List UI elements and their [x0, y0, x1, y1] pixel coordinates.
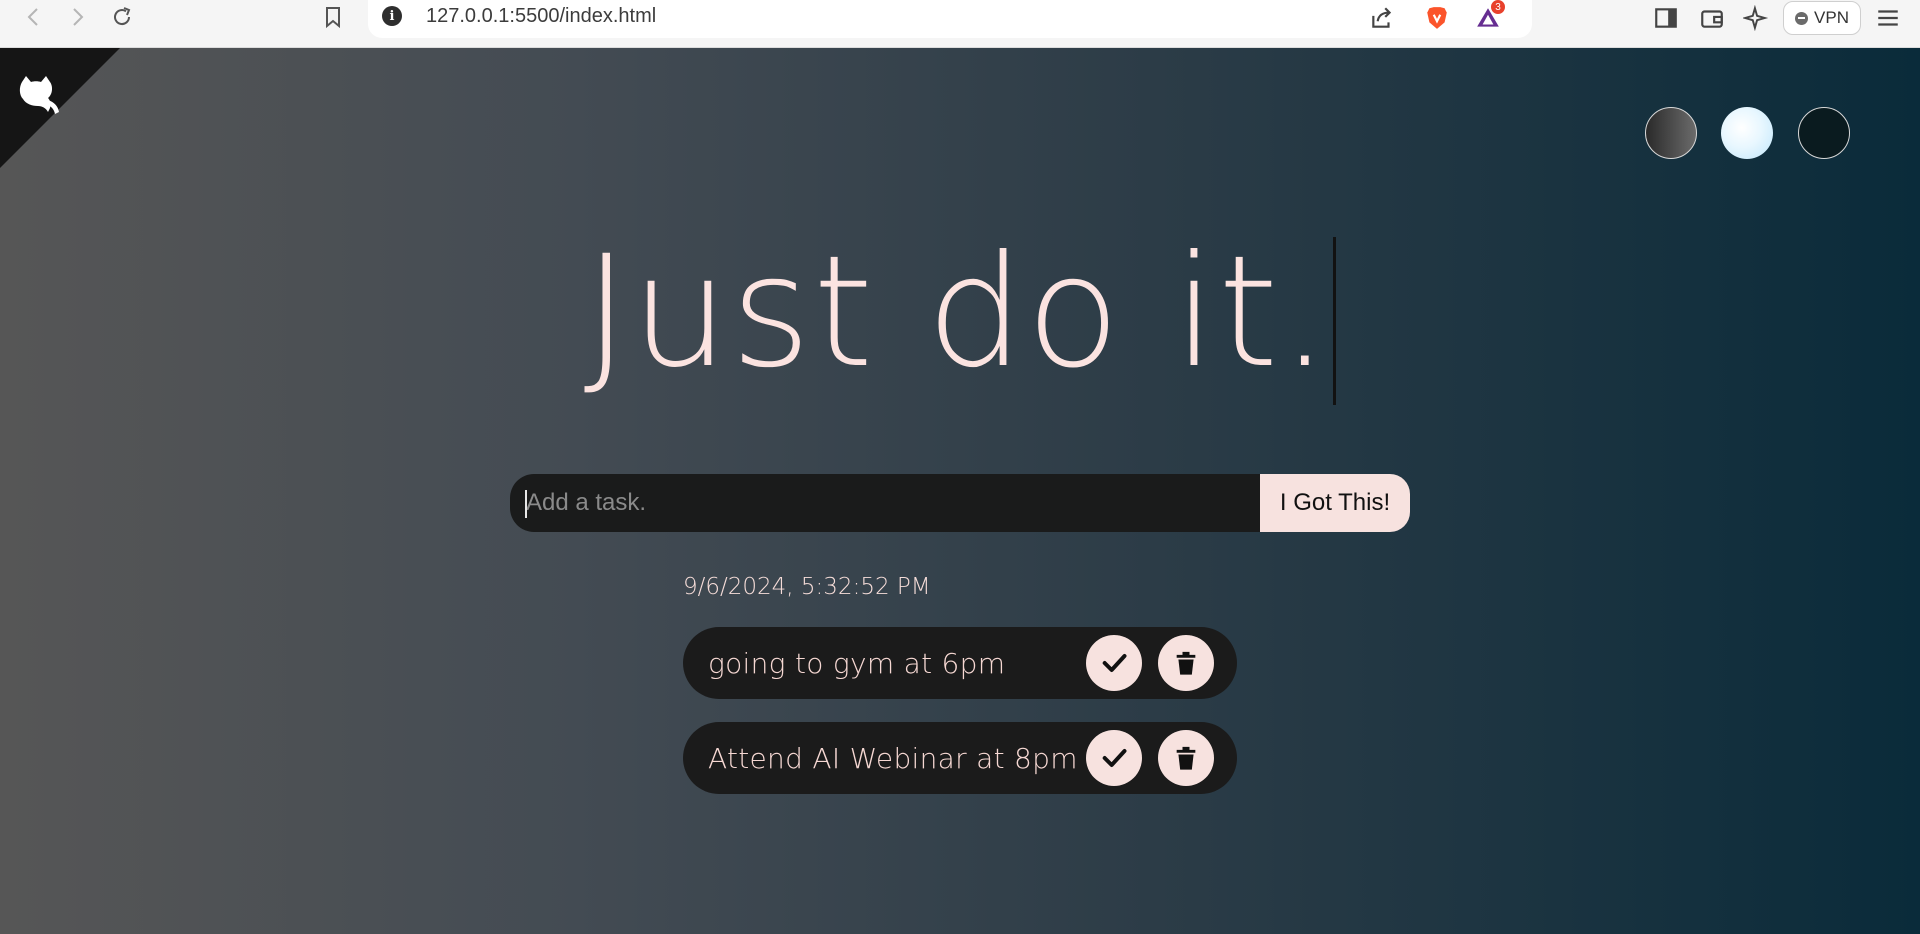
chevron-right-icon: [73, 8, 84, 26]
url-text[interactable]: 127.0.0.1:5500/index.html: [426, 5, 656, 28]
share-button[interactable]: [1366, 2, 1398, 34]
brave-lion-icon: [1427, 7, 1447, 29]
complete-task-button[interactable]: [1086, 635, 1142, 691]
sidebar-icon: [1655, 8, 1677, 28]
vpn-label: VPN: [1814, 8, 1849, 27]
leo-ai-button[interactable]: [1740, 2, 1772, 34]
share-icon: [1372, 7, 1392, 28]
brave-rewards-button[interactable]: 3: [1472, 0, 1506, 34]
browser-toolbar: i 127.0.0.1:5500/index.html 3 VPN: [0, 0, 1920, 48]
current-datetime: 9/6/2024, 5:32:52 PM: [683, 574, 931, 600]
theme-standard-button[interactable]: [1645, 107, 1697, 159]
delete-task-button[interactable]: [1158, 730, 1214, 786]
add-task-button[interactable]: I Got This!: [1260, 474, 1410, 532]
title-text: Just do it.: [583, 223, 1332, 402]
todo-text: going to gym at 6pm: [708, 647, 1006, 680]
todo-text: Attend AI Webinar at 8pm: [708, 742, 1078, 775]
input-caret: [525, 490, 527, 518]
todo-item: going to gym at 6pm: [683, 627, 1237, 699]
wallet-icon: [1701, 10, 1723, 28]
sidebar-button[interactable]: [1650, 2, 1682, 34]
trash-icon: [1176, 651, 1196, 675]
theme-darker-button[interactable]: [1798, 107, 1850, 159]
chevron-left-icon: [27, 8, 38, 26]
site-info-icon[interactable]: i: [382, 6, 402, 26]
add-task-form: I Got This!: [510, 474, 1410, 532]
theme-light-button[interactable]: [1721, 107, 1773, 159]
reload-icon: [114, 7, 131, 26]
complete-task-button[interactable]: [1086, 730, 1142, 786]
bookmark-button[interactable]: [318, 2, 348, 32]
vpn-status-icon: [1795, 11, 1809, 25]
github-icon[interactable]: [12, 68, 64, 120]
brave-shields-button[interactable]: [1421, 2, 1453, 34]
hamburger-menu-icon: [1878, 10, 1898, 26]
back-button[interactable]: [19, 2, 49, 32]
vpn-button[interactable]: VPN: [1783, 1, 1861, 35]
delete-task-button[interactable]: [1158, 635, 1214, 691]
page-title: Just do it.: [0, 233, 1920, 405]
reload-button[interactable]: [107, 2, 137, 32]
menu-button[interactable]: [1872, 2, 1904, 34]
todo-item: Attend AI Webinar at 8pm: [683, 722, 1237, 794]
bookmark-icon: [326, 7, 340, 29]
typing-caret: [1333, 237, 1337, 405]
task-input[interactable]: [510, 474, 1260, 532]
trash-icon: [1176, 746, 1196, 770]
forward-button[interactable]: [62, 2, 92, 32]
address-bar[interactable]: i 127.0.0.1:5500/index.html: [368, 0, 1532, 38]
check-icon: [1102, 654, 1127, 672]
wallet-button[interactable]: [1696, 2, 1728, 34]
todo-app-page: Just do it. I Got This! 9/6/2024, 5:32:5…: [0, 48, 1920, 934]
check-icon: [1102, 749, 1127, 767]
sparkle-icon: [1743, 5, 1769, 31]
rewards-badge: 3: [1490, 0, 1506, 15]
